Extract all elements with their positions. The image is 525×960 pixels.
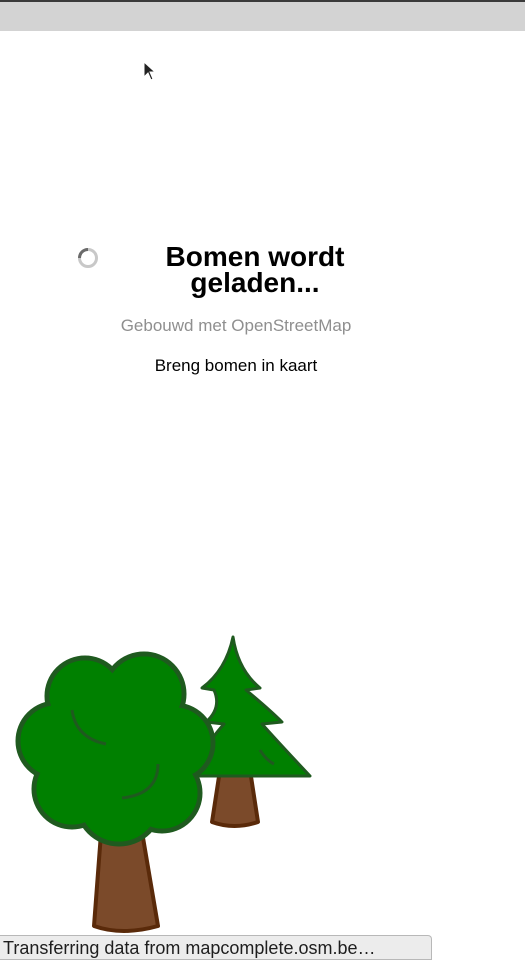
mouse-pointer-icon (143, 61, 157, 81)
loading-spinner-icon (78, 248, 98, 268)
trees-logo (15, 635, 312, 933)
app-page: Bomen wordt geladen... Gebouwd met OpenS… (0, 0, 525, 960)
theme-description: Breng bomen in kaart (154, 356, 318, 375)
top-bar (0, 0, 525, 31)
built-with-osm-text: Gebouwd met OpenStreetMap (120, 316, 352, 335)
loading-title: Bomen wordt geladen... (165, 241, 345, 298)
browser-status-bar: Transferring data from mapcomplete.osm.b… (0, 935, 432, 960)
